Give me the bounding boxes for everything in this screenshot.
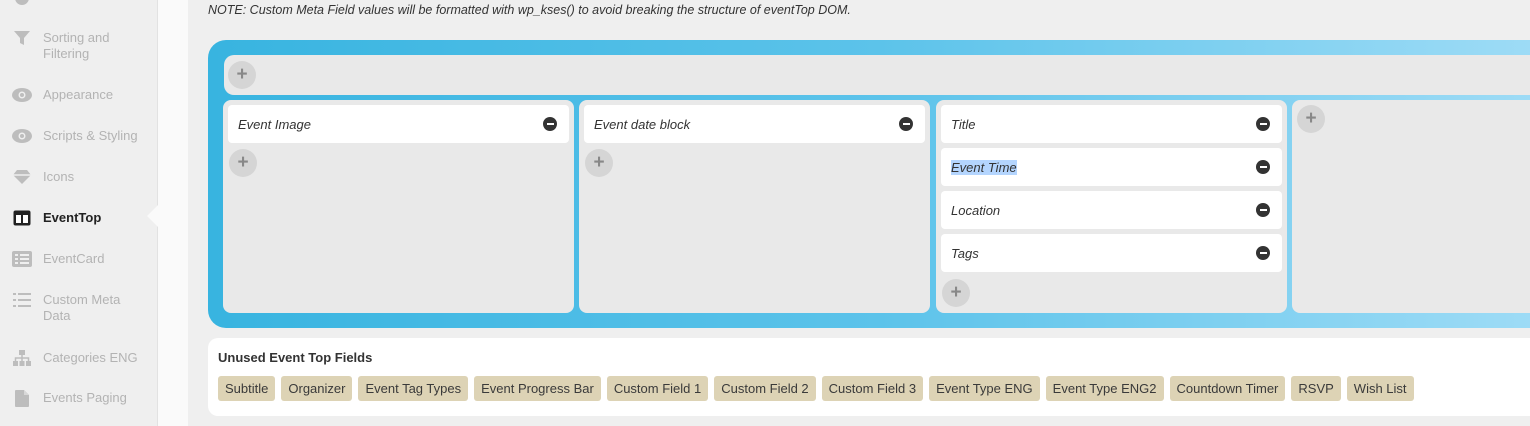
remove-field-icon[interactable]	[899, 117, 913, 131]
add-field-button[interactable]: +	[585, 149, 613, 177]
field-label-selected: Event Time	[951, 159, 1017, 175]
sidebar-item-label: EventTop	[43, 210, 102, 225]
file-icon	[12, 389, 32, 407]
eye-icon	[12, 128, 32, 144]
add-field-button[interactable]: +	[1297, 105, 1325, 133]
field-item[interactable]: Event Time	[941, 148, 1282, 186]
sidebar-item-label: Sorting and Filtering	[43, 30, 110, 61]
sidebar-item-custom-meta[interactable]: Custom Meta Data	[12, 292, 143, 324]
add-field-button[interactable]: +	[229, 149, 257, 177]
unused-field-tag[interactable]: Event Type ENG	[929, 376, 1040, 401]
unused-field-tag[interactable]: Organizer	[281, 376, 353, 401]
sidebar-item-events-paging[interactable]: Events Paging	[12, 389, 143, 407]
unused-field-tag[interactable]: Subtitle	[218, 376, 276, 401]
remove-field-icon[interactable]	[1256, 117, 1270, 131]
top-row: +	[224, 55, 1530, 95]
layout-column: Event date block +	[579, 100, 930, 313]
gem-icon	[12, 169, 32, 185]
field-label: Event date block	[594, 116, 691, 132]
unused-field-tag[interactable]: Event Type ENG2	[1045, 376, 1164, 401]
sidebar-item-appearance[interactable]: Appearance	[12, 87, 143, 103]
sidebar: Sorting and Filtering Appearance Scripts…	[0, 0, 158, 426]
sidebar-item-label: Scripts & Styling	[43, 128, 138, 143]
sidebar-item-label: Appearance	[43, 87, 114, 102]
unused-field-tag[interactable]: Custom Field 2	[714, 376, 816, 401]
layout-column: +	[1292, 100, 1530, 313]
main-content: NOTE: Custom Meta Field values will be f…	[158, 0, 1530, 426]
note-text: NOTE: Custom Meta Field values will be f…	[208, 3, 851, 17]
unused-fields-title: Unused Event Top Fields	[218, 350, 373, 365]
unused-field-tag[interactable]: RSVP	[1291, 376, 1341, 401]
clock-icon	[12, 0, 32, 6]
remove-field-icon[interactable]	[543, 117, 557, 131]
layout-icon	[12, 210, 32, 226]
field-label: Location	[951, 202, 1001, 218]
field-item[interactable]: Title	[941, 105, 1282, 143]
sidebar-item-categories[interactable]: Categories ENG	[12, 350, 143, 366]
field-item[interactable]: Location	[941, 191, 1282, 229]
add-field-button[interactable]: +	[942, 279, 970, 307]
sidebar-item-scripts[interactable]: Scripts & Styling	[12, 128, 143, 144]
sidebar-item-icons[interactable]: Icons	[12, 169, 143, 185]
eye-icon	[12, 87, 32, 103]
field-label: Event Image	[238, 116, 311, 132]
sidebar-item-sorting[interactable]: Sorting and Filtering	[12, 30, 143, 62]
unused-field-tag[interactable]: Event Tag Types	[358, 376, 469, 401]
sitemap-icon	[12, 350, 32, 366]
remove-field-icon[interactable]	[1256, 160, 1270, 174]
unused-field-tag[interactable]: Wish List	[1346, 376, 1414, 401]
unused-field-tag[interactable]: Custom Field 1	[606, 376, 709, 401]
filter-icon	[12, 30, 32, 46]
unused-field-tag[interactable]: Countdown Timer	[1169, 376, 1286, 401]
add-row-button[interactable]: +	[228, 61, 256, 89]
sidebar-item-label: Events Paging	[43, 390, 127, 405]
sidebar-item-label: EventCard	[43, 251, 105, 266]
field-item[interactable]: Event date block	[584, 105, 925, 143]
remove-field-icon[interactable]	[1256, 246, 1270, 260]
remove-field-icon[interactable]	[1256, 203, 1270, 217]
unused-fields-panel: Unused Event Top Fields Subtitle Organiz…	[208, 338, 1530, 416]
field-item[interactable]: Tags	[941, 234, 1282, 272]
sidebar-item-label: Custom Meta Data	[43, 292, 121, 323]
field-item[interactable]: Event Image	[228, 105, 569, 143]
sidebar-item-label: Categories ENG	[43, 350, 138, 365]
eventtop-layout-frame: + Event Image + Event date block + Title…	[208, 40, 1530, 328]
list-icon	[12, 292, 32, 308]
active-pointer	[147, 205, 158, 227]
sidebar-item-eventtop[interactable]: EventTop	[12, 210, 143, 226]
unused-fields-list: Subtitle Organizer Event Tag Types Event…	[218, 376, 1414, 401]
field-label: Title	[951, 116, 976, 132]
unused-field-tag[interactable]: Event Progress Bar	[474, 376, 601, 401]
sidebar-item-time-settings[interactable]	[12, 0, 43, 6]
layout-column: Event Image +	[223, 100, 574, 313]
field-label: Tags	[951, 245, 979, 261]
sidebar-item-eventcard[interactable]: EventCard	[12, 251, 143, 267]
sidebar-item-label: Icons	[43, 169, 75, 184]
eventtop-settings-panel: NOTE: Custom Meta Field values will be f…	[188, 0, 1530, 426]
unused-field-tag[interactable]: Custom Field 3	[821, 376, 924, 401]
layout-column: Title Event Time Location Tags +	[936, 100, 1287, 313]
card-list-icon	[12, 251, 32, 267]
